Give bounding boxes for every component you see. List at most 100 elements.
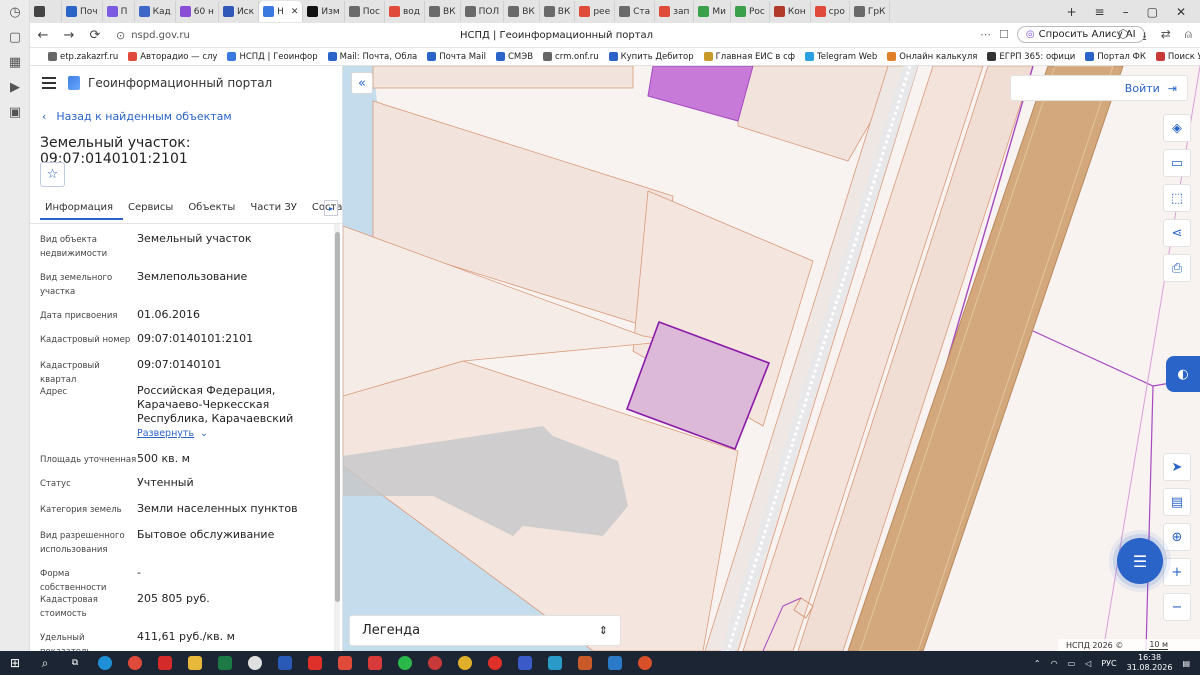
bookmark-item[interactable]: crm.onf.ru — [543, 52, 599, 62]
menu-icon[interactable] — [42, 77, 56, 89]
portal-brand[interactable]: Геоинформационный портал — [68, 76, 272, 90]
browser-tab[interactable]: Рос — [731, 1, 770, 22]
maximize-icon[interactable]: ▢ — [1147, 5, 1158, 19]
browser-tab[interactable]: Поч — [62, 1, 103, 22]
chevron-up-icon[interactable]: ⌃ — [1034, 659, 1041, 668]
url-field[interactable]: ⊙ nspd.gov.ru — [116, 29, 190, 42]
browser-tab[interactable]: Кон — [770, 1, 811, 22]
info-tab[interactable]: Сервисы — [123, 198, 183, 220]
new-tab-icon[interactable]: + — [1066, 5, 1076, 19]
taskbar-app[interactable] — [180, 651, 210, 675]
search-button[interactable]: ⌕ — [30, 651, 60, 675]
clock[interactable]: 16:38 31.08.2026 — [1127, 653, 1173, 673]
taskbar-app[interactable] — [300, 651, 330, 675]
taskbar-app[interactable] — [600, 651, 630, 675]
favorite-button[interactable]: ☆ — [40, 162, 65, 187]
task-view-button[interactable]: ⧉ — [60, 651, 90, 675]
browser-tab[interactable]: ГрК — [850, 1, 891, 22]
taskbar-app[interactable] — [330, 651, 360, 675]
bookmark-item[interactable]: Купить Дебитор — [608, 52, 694, 62]
browser-tab[interactable]: Кад — [135, 1, 176, 22]
taskbar-app[interactable] — [420, 651, 450, 675]
network-icon[interactable]: ◠ — [1051, 659, 1058, 668]
extensions-icon[interactable]: ⬡ — [1118, 27, 1128, 48]
more-icon[interactable]: ⋯ — [980, 28, 991, 41]
info-tab[interactable]: Информация — [40, 198, 124, 220]
taskbar-app[interactable] — [510, 651, 540, 675]
taskbar-app[interactable] — [540, 651, 570, 675]
locate-button[interactable]: ➤ — [1163, 453, 1191, 481]
bookmark-item[interactable]: etp.zakazrf.ru — [48, 52, 118, 62]
downloads-icon[interactable]: ⭳ — [1143, 27, 1147, 48]
language-indicator[interactable]: РУС — [1101, 659, 1116, 668]
chat-button[interactable]: ☰ — [1117, 538, 1163, 584]
back-arrow-icon[interactable]: ← — [30, 28, 56, 43]
browser-tab[interactable]: рее — [575, 1, 616, 22]
bookmark-item[interactable]: Telegram Web — [805, 52, 877, 62]
bookmark-item[interactable]: Главная ЕИС в сф — [703, 52, 795, 62]
browser-tab[interactable]: вод — [385, 1, 425, 22]
close-window-icon[interactable]: ✕ — [1176, 5, 1186, 19]
assistant-tab[interactable]: ◐ — [1166, 356, 1200, 392]
volume-icon[interactable]: ◁ — [1085, 659, 1091, 668]
tabs-scroll-right-icon[interactable]: ▸ — [324, 200, 338, 216]
taskbar-app[interactable] — [210, 651, 240, 675]
reload-icon[interactable]: ⟳ — [82, 28, 108, 43]
bookmark-icon[interactable]: ☐ — [999, 28, 1009, 41]
calendar-icon[interactable]: ▦ — [0, 50, 30, 75]
tab-menu-icon[interactable]: ≡ — [1095, 5, 1105, 19]
map-view[interactable]: « Войти ⇥ ◈ ▭ ⬚ ⋖ ⎙ ◐ ➤ ▤ ⊕ + − ☰ Легенд… — [343, 66, 1200, 651]
bookmark-item[interactable]: НСПД | Геоинфор — [227, 52, 318, 62]
login-button[interactable]: Войти ⇥ — [1010, 75, 1188, 101]
pin-button[interactable]: ⊕ — [1163, 523, 1191, 551]
minimize-icon[interactable]: – — [1123, 5, 1129, 19]
taskbar-app[interactable] — [480, 651, 510, 675]
browser-tab[interactable]: ВК — [425, 1, 461, 22]
site-info-icon[interactable]: ⊙ — [116, 29, 125, 42]
close-tab-icon[interactable]: ✕ — [291, 7, 299, 17]
layers-button[interactable]: ◈ — [1163, 114, 1191, 142]
browser-tab[interactable]: 60 н — [176, 1, 219, 22]
screenshot-icon[interactable]: ▣ — [0, 100, 30, 125]
bookmark-item[interactable]: СМЭВ — [496, 52, 533, 62]
panel-scrollbar[interactable] — [334, 224, 340, 651]
battery-icon[interactable]: ▭ — [1068, 659, 1076, 668]
notifications-icon[interactable]: ▤ — [1182, 659, 1190, 668]
media-icon[interactable]: ▶ — [0, 75, 30, 100]
taskbar-app[interactable] — [570, 651, 600, 675]
forward-arrow-icon[interactable]: → — [56, 28, 82, 43]
browser-tab[interactable]: ПОЛ — [461, 1, 505, 22]
browser-tab[interactable]: ВК — [504, 1, 540, 22]
taskbar-app[interactable] — [450, 651, 480, 675]
back-to-results-link[interactable]: ‹ Назад к найденным объектам — [42, 110, 232, 123]
info-tab[interactable]: Части ЗУ — [245, 198, 307, 220]
bookmark-item[interactable]: Поиск УИН в Госу — [1155, 52, 1200, 62]
bookmark-item[interactable]: Mail: Почта, Обла — [327, 52, 417, 62]
info-tab[interactable]: Объекты — [183, 198, 245, 220]
browser-tab[interactable]: Ста — [615, 1, 656, 22]
bookmark-item[interactable]: Онлайн калькуля — [887, 52, 977, 62]
bookmark-item[interactable]: Почта Mail — [427, 52, 486, 62]
taskbar-app[interactable] — [270, 651, 300, 675]
browser-tab[interactable]: ВК — [540, 1, 576, 22]
browser-tab[interactable]: Ми — [694, 1, 731, 22]
legend-toggle[interactable]: Легенда ⇕ — [349, 615, 621, 646]
translate-icon[interactable]: ⇄ — [1161, 27, 1171, 48]
measure-button[interactable]: ▭ — [1163, 149, 1191, 177]
basemap-button[interactable]: ▤ — [1163, 488, 1191, 516]
browser-tab[interactable]: Изм — [303, 1, 345, 22]
browser-tab[interactable] — [30, 1, 62, 22]
zoom-in-button[interactable]: + — [1163, 558, 1191, 586]
collections-icon[interactable]: ▢ — [0, 25, 30, 50]
select-area-button[interactable]: ⬚ — [1163, 184, 1191, 212]
browser-tab[interactable]: Иск — [219, 1, 260, 22]
collapse-panel-button[interactable]: « — [351, 72, 373, 94]
scrollbar-thumb[interactable] — [335, 232, 340, 602]
browser-tab[interactable]: П — [103, 1, 135, 22]
url-text[interactable]: nspd.gov.ru — [131, 30, 190, 41]
bookmark-item[interactable]: ЕГРП 365: офици — [987, 52, 1075, 62]
zoom-out-button[interactable]: − — [1163, 593, 1191, 621]
bookmark-item[interactable]: Портал ФК — [1085, 52, 1146, 62]
taskbar-app[interactable] — [360, 651, 390, 675]
taskbar-app[interactable] — [90, 651, 120, 675]
